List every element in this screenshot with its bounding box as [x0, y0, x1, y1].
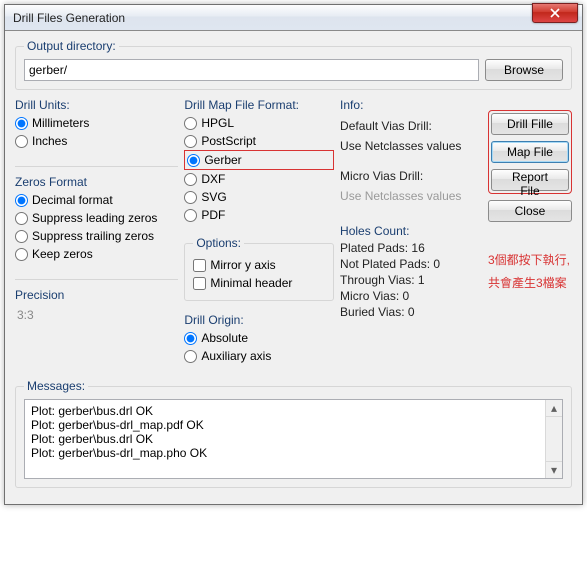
- use-netclasses-2: Use Netclasses values: [340, 188, 482, 204]
- micro-vias: Micro Vias: 0: [340, 288, 482, 304]
- radio-dxf[interactable]: DXF: [184, 170, 334, 188]
- drill-units-label: Drill Units:: [15, 98, 178, 112]
- messages-scrollbar[interactable]: ▴ ▾: [545, 400, 562, 478]
- messages-textbox[interactable]: Plot: gerber\bus.drl OK Plot: gerber\bus…: [24, 399, 563, 479]
- radio-decimal-format[interactable]: Decimal format: [15, 191, 178, 209]
- drill-map-format-group: Drill Map File Format: HPGL PostScript G…: [184, 96, 334, 228]
- titlebar[interactable]: Drill Files Generation: [5, 5, 582, 31]
- options-label: Options:: [193, 236, 244, 250]
- drill-map-format-label: Drill Map File Format:: [184, 98, 334, 112]
- radio-postscript[interactable]: PostScript: [184, 132, 334, 150]
- radio-inches[interactable]: Inches: [15, 132, 178, 150]
- message-line: Plot: gerber\bus-drl_map.pho OK: [31, 446, 556, 460]
- use-netclasses-1: Use Netclasses values: [340, 138, 482, 154]
- default-vias-label: Default Vias Drill:: [340, 118, 482, 134]
- output-directory-input[interactable]: [24, 59, 479, 81]
- scroll-up-icon[interactable]: ▴: [546, 400, 562, 417]
- drill-file-button[interactable]: Drill Fille: [491, 113, 569, 135]
- info-label: Info:: [340, 98, 482, 112]
- precision-value: 3:3: [15, 304, 178, 326]
- through-vias: Through Vias: 1: [340, 272, 482, 288]
- report-file-button[interactable]: Report File: [491, 169, 569, 191]
- output-directory-label: Output directory:: [24, 39, 119, 53]
- micro-vias-label: Micro Vias Drill:: [340, 168, 482, 184]
- radio-suppress-leading[interactable]: Suppress leading zeros: [15, 209, 178, 227]
- dialog-window: Drill Files Generation Output directory:…: [4, 4, 583, 505]
- close-icon: [550, 8, 560, 18]
- check-mirror-y[interactable]: Mirror y axis: [193, 256, 325, 274]
- map-file-button[interactable]: Map File: [491, 141, 569, 163]
- holes-count-label: Holes Count:: [340, 224, 482, 238]
- window-title: Drill Files Generation: [13, 11, 125, 25]
- window-close-button[interactable]: [532, 3, 578, 23]
- radio-millimeters[interactable]: Millimeters: [15, 114, 178, 132]
- options-group: Options: Mirror y axis Minimal header: [184, 236, 334, 301]
- message-line: Plot: gerber\bus-drl_map.pdf OK: [31, 418, 556, 432]
- radio-keep-zeros[interactable]: Keep zeros: [15, 245, 178, 263]
- precision-group: Precision 3:3: [15, 286, 178, 330]
- zeros-format-label: Zeros Format: [15, 175, 178, 189]
- buried-vias: Buried Vias: 0: [340, 304, 482, 320]
- precision-label: Precision: [15, 288, 178, 302]
- radio-suppress-trailing[interactable]: Suppress trailing zeros: [15, 227, 178, 245]
- message-line: Plot: gerber\bus.drl OK: [31, 404, 556, 418]
- zeros-format-group: Zeros Format Decimal format Suppress lea…: [15, 173, 178, 267]
- not-plated-pads: Not Plated Pads: 0: [340, 256, 482, 272]
- radio-auxiliary-axis[interactable]: Auxiliary axis: [184, 347, 334, 365]
- holes-count-group: Holes Count: Plated Pads: 16 Not Plated …: [340, 222, 482, 324]
- radio-gerber[interactable]: Gerber: [184, 150, 334, 170]
- dialog-content: Output directory: Browse Drill Units: Mi…: [5, 31, 582, 504]
- radio-hpgl[interactable]: HPGL: [184, 114, 334, 132]
- browse-button[interactable]: Browse: [485, 59, 563, 81]
- annotation-line2: 共會產生3檔案: [488, 275, 572, 292]
- messages-group: Messages: Plot: gerber\bus.drl OK Plot: …: [15, 379, 572, 488]
- output-directory-group: Output directory: Browse: [15, 39, 572, 90]
- plated-pads: Plated Pads: 16: [340, 240, 482, 256]
- radio-pdf[interactable]: PDF: [184, 206, 334, 224]
- radio-svg[interactable]: SVG: [184, 188, 334, 206]
- annotation-line1: 3個都按下執行,: [488, 252, 572, 269]
- close-button[interactable]: Close: [488, 200, 572, 222]
- messages-label: Messages:: [24, 379, 88, 393]
- message-line: Plot: gerber\bus.drl OK: [31, 432, 556, 446]
- drill-origin-group: Drill Origin: Absolute Auxiliary axis: [184, 311, 334, 369]
- radio-absolute[interactable]: Absolute: [184, 329, 334, 347]
- drill-origin-label: Drill Origin:: [184, 313, 334, 327]
- scroll-down-icon[interactable]: ▾: [546, 461, 562, 478]
- check-minimal-header[interactable]: Minimal header: [193, 274, 325, 292]
- drill-units-group: Drill Units: Millimeters Inches: [15, 96, 178, 154]
